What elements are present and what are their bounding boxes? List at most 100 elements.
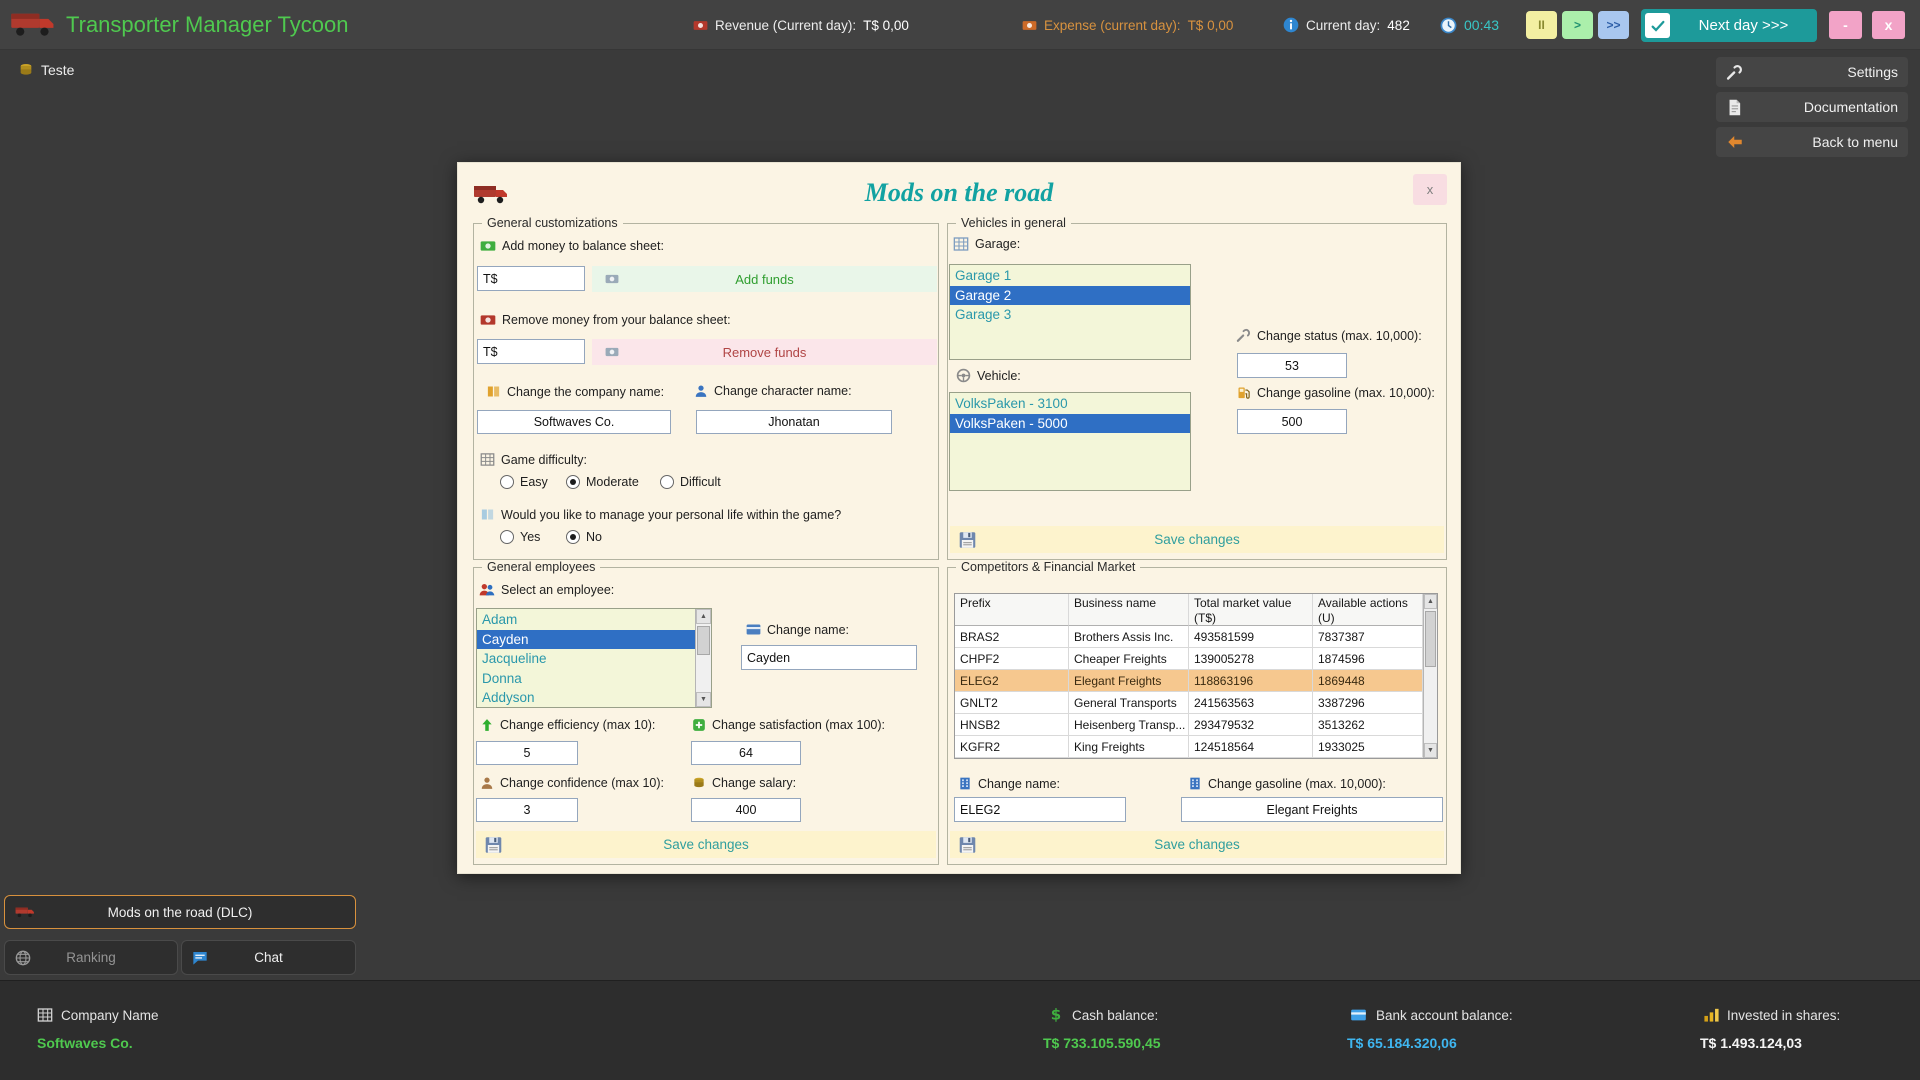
scroll-down-arrow[interactable]: ▼ bbox=[696, 692, 711, 707]
vehicles-save-button[interactable]: Save changes bbox=[950, 526, 1444, 553]
info-icon bbox=[1283, 17, 1299, 33]
table-row[interactable]: KGFR2 King Freights 124518564 1933025 bbox=[955, 736, 1423, 758]
character-icon bbox=[694, 384, 708, 398]
radio-difficult[interactable] bbox=[660, 475, 674, 489]
add-money-input[interactable] bbox=[477, 266, 585, 291]
app-title: Transporter Manager Tycoon bbox=[66, 0, 348, 50]
personal-life-icon bbox=[480, 507, 495, 522]
expense-label: Expense (current day): bbox=[1044, 18, 1181, 33]
cell-name: Cheaper Freights bbox=[1069, 648, 1189, 670]
employee-change-name-input[interactable] bbox=[741, 645, 917, 670]
scroll-up-arrow[interactable]: ▲ bbox=[1424, 594, 1437, 609]
table-row[interactable]: HNSB2 Heisenberg Transp... 293479532 351… bbox=[955, 714, 1423, 736]
col-header-business-name: Business name bbox=[1069, 594, 1189, 626]
building-icon bbox=[958, 776, 972, 791]
scroll-track[interactable] bbox=[1424, 609, 1437, 743]
documentation-button[interactable]: Documentation bbox=[1716, 92, 1908, 122]
competitors-table: Prefix Business name Total market value … bbox=[954, 593, 1438, 759]
next-day-label: Next day >>> bbox=[1670, 17, 1817, 34]
radio-moderate[interactable] bbox=[566, 475, 580, 489]
back-to-menu-button[interactable]: Back to menu bbox=[1716, 127, 1908, 157]
pause-button[interactable]: II bbox=[1526, 11, 1557, 39]
difficulty-option-easy[interactable]: Easy bbox=[500, 475, 548, 489]
dialog-close-button[interactable]: x bbox=[1413, 174, 1447, 205]
competitors-table-scrollbar[interactable]: ▲ ▼ bbox=[1423, 594, 1437, 758]
garage-listbox: Garage 1 Garage 2 Garage 3 bbox=[949, 264, 1191, 360]
efficiency-input[interactable] bbox=[476, 741, 578, 765]
expense-indicator: Expense (current day): T$ 0,00 bbox=[1022, 0, 1233, 50]
efficiency-label-row: Change efficiency (max 10): bbox=[480, 718, 655, 732]
remove-funds-button[interactable]: Remove funds bbox=[592, 339, 937, 365]
satisfaction-input[interactable] bbox=[691, 741, 801, 765]
change-gasoline-input[interactable] bbox=[1237, 409, 1347, 434]
radio-easy[interactable] bbox=[500, 475, 514, 489]
play-button[interactable]: > bbox=[1562, 11, 1593, 39]
competitor-change-name-label-row: Change name: bbox=[958, 776, 1060, 791]
competitor-change-name-input[interactable] bbox=[954, 797, 1126, 822]
settings-button[interactable]: Settings bbox=[1716, 57, 1908, 87]
vehicle-listbox: VolksPaken - 3100 VolksPaken - 5000 bbox=[949, 392, 1191, 491]
tab-ranking[interactable]: Ranking bbox=[4, 940, 178, 975]
list-item-jacqueline[interactable]: Jacqueline bbox=[477, 649, 695, 669]
list-item-donna[interactable]: Donna bbox=[477, 669, 695, 689]
tab-chat[interactable]: Chat bbox=[181, 940, 356, 975]
general-customizations-title: General customizations bbox=[482, 216, 623, 230]
window-close-button[interactable]: x bbox=[1872, 11, 1905, 39]
employees-icon bbox=[479, 582, 495, 598]
tab-chat-label: Chat bbox=[254, 950, 283, 965]
table-row[interactable]: GNLT2 General Transports 241563563 33872… bbox=[955, 692, 1423, 714]
personal-life-yes-label: Yes bbox=[520, 530, 540, 544]
personal-life-option-yes[interactable]: Yes bbox=[500, 530, 540, 544]
list-item-vehicle-3100[interactable]: VolksPaken - 3100 bbox=[950, 394, 1190, 414]
radio-yes[interactable] bbox=[500, 530, 514, 544]
teste-indicator: Teste bbox=[18, 62, 74, 78]
difficulty-option-moderate[interactable]: Moderate bbox=[566, 475, 639, 489]
scroll-thumb[interactable] bbox=[697, 626, 710, 655]
cell-value: 139005278 bbox=[1189, 648, 1313, 670]
add-funds-button[interactable]: Add funds bbox=[592, 266, 937, 292]
change-status-input[interactable] bbox=[1237, 353, 1347, 378]
difficulty-icon bbox=[480, 452, 495, 467]
list-item-vehicle-5000[interactable]: VolksPaken - 5000 bbox=[950, 414, 1190, 434]
tab-mods-on-the-road-dlc[interactable]: Mods on the road (DLC) bbox=[4, 895, 356, 929]
employees-save-button[interactable]: Save changes bbox=[476, 831, 936, 858]
list-item-adam[interactable]: Adam bbox=[477, 610, 695, 630]
scroll-up-arrow[interactable]: ▲ bbox=[696, 609, 711, 624]
building-icon bbox=[1188, 776, 1202, 791]
save-floppy-icon bbox=[959, 836, 976, 853]
minimize-button[interactable]: - bbox=[1829, 11, 1862, 39]
scroll-track[interactable] bbox=[696, 624, 711, 692]
next-day-button[interactable]: Next day >>> bbox=[1641, 9, 1817, 42]
table-row[interactable]: CHPF2 Cheaper Freights 139005278 1874596 bbox=[955, 648, 1423, 670]
competitors-save-button[interactable]: Save changes bbox=[950, 831, 1444, 858]
personal-life-option-no[interactable]: No bbox=[566, 530, 602, 544]
confidence-input[interactable] bbox=[476, 798, 578, 822]
revenue-indicator: Revenue (Current day): T$ 0,00 bbox=[693, 0, 909, 50]
difficulty-option-difficult[interactable]: Difficult bbox=[660, 475, 721, 489]
list-item-addyson[interactable]: Addyson bbox=[477, 688, 695, 707]
company-name-value: Softwaves Co. bbox=[37, 1035, 133, 1051]
list-item-cayden[interactable]: Cayden bbox=[477, 630, 695, 650]
table-row[interactable]: BRAS2 Brothers Assis Inc. 493581599 7837… bbox=[955, 626, 1423, 648]
difficulty-difficult-label: Difficult bbox=[680, 475, 721, 489]
salary-input[interactable] bbox=[691, 798, 801, 822]
cell-name: Heisenberg Transp... bbox=[1069, 714, 1189, 736]
list-item-garage-1[interactable]: Garage 1 bbox=[950, 266, 1190, 286]
fast-forward-button[interactable]: >> bbox=[1598, 11, 1629, 39]
remove-money-input[interactable] bbox=[477, 339, 585, 364]
scroll-down-arrow[interactable]: ▼ bbox=[1424, 743, 1437, 758]
list-item-garage-3[interactable]: Garage 3 bbox=[950, 305, 1190, 325]
scroll-thumb[interactable] bbox=[1425, 611, 1436, 667]
company-name-input[interactable] bbox=[477, 410, 671, 434]
table-row-selected[interactable]: ELEG2 Elegant Freights 118863196 1869448 bbox=[955, 670, 1423, 692]
character-name-label: Change character name: bbox=[714, 384, 852, 398]
character-name-input[interactable] bbox=[696, 410, 892, 434]
expense-value: T$ 0,00 bbox=[1188, 18, 1234, 33]
radio-no[interactable] bbox=[566, 530, 580, 544]
list-item-garage-2[interactable]: Garage 2 bbox=[950, 286, 1190, 306]
garage-icon bbox=[953, 236, 969, 252]
confidence-label-row: Change confidence (max 10): bbox=[480, 776, 664, 790]
competitor-gasoline-input[interactable] bbox=[1181, 797, 1443, 822]
employee-list-scrollbar[interactable]: ▲ ▼ bbox=[695, 609, 711, 707]
garage-items: Garage 1 Garage 2 Garage 3 bbox=[950, 265, 1190, 359]
